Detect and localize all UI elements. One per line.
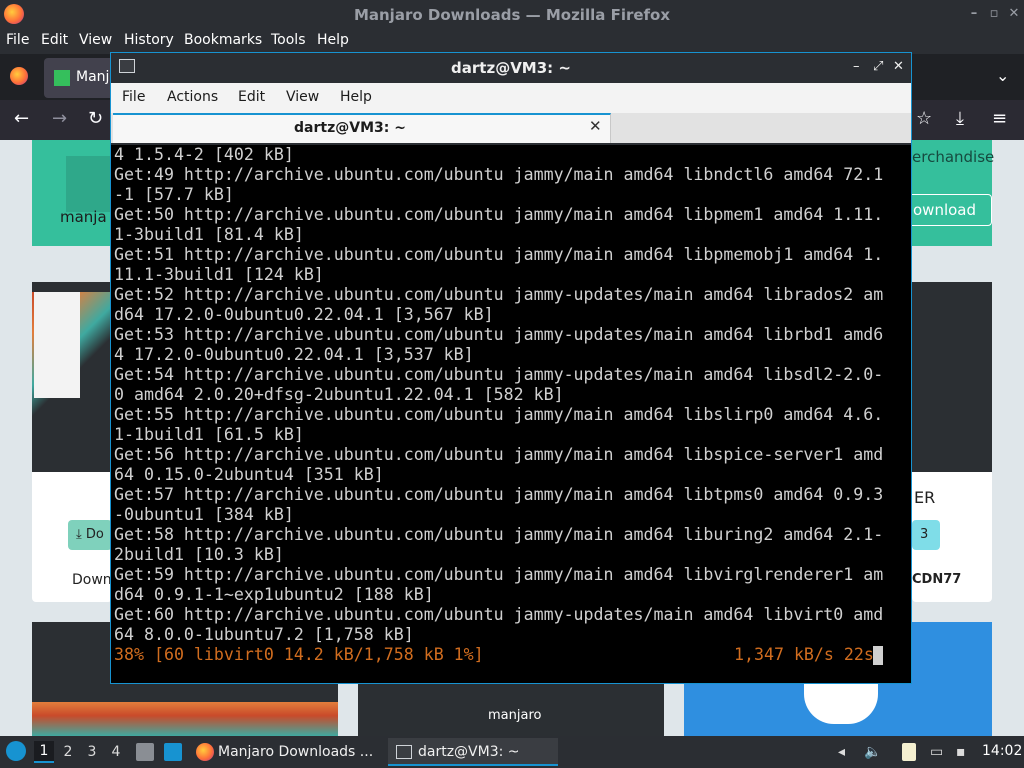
- download-card-1: ⤓ Do Down: [32, 282, 112, 602]
- notifications-icon[interactable]: ▪: [956, 744, 966, 760]
- tray-expand-icon[interactable]: ◂: [838, 744, 845, 760]
- card3-download-button[interactable]: 3: [912, 520, 940, 550]
- file-manager-icon[interactable]: [136, 743, 154, 761]
- terminal-window-title: dartz@VM3: ~: [451, 59, 571, 77]
- manjaro-favicon-icon: [54, 70, 70, 86]
- manjaro-logo-text: manja: [60, 208, 107, 226]
- terminal-output-text: 4 1.5.4-2 [402 kB] Get:49 http://archive…: [114, 145, 884, 644]
- taskbar-task-firefox[interactable]: Manjaro Downloads ...: [192, 738, 382, 766]
- screenshot-app-panel: [34, 292, 80, 398]
- clipboard-icon[interactable]: [902, 743, 916, 761]
- card5-logo-text: manjaro: [488, 708, 542, 723]
- ff-menu-tools[interactable]: Tools: [271, 32, 306, 48]
- card5-screenshot: manjaro: [358, 682, 664, 736]
- terminal-tab[interactable]: dartz@VM3: ~ ✕: [113, 113, 611, 143]
- taskbar-task-terminal-label: dartz@VM3: ~: [418, 744, 520, 760]
- firefox-logo-icon: [4, 4, 24, 24]
- firefox-menubar: File Edit View History Bookmarks Tools H…: [0, 30, 1024, 54]
- card3-caption: CDN77: [912, 572, 962, 587]
- ff-menu-bookmarks[interactable]: Bookmarks: [184, 32, 262, 48]
- card1-download-label: Do: [85, 527, 104, 542]
- close-tab-icon[interactable]: ✕: [589, 117, 602, 135]
- minimize-icon[interactable]: –: [853, 59, 860, 74]
- firefox-window-title: Manjaro Downloads — Mozilla Firefox: [353, 6, 671, 24]
- taskbar-task-terminal[interactable]: dartz@VM3: ~: [388, 738, 558, 766]
- card4-wallpaper: [32, 702, 338, 736]
- download-rate: 1,347 kB/s 22s: [734, 645, 874, 664]
- workspace-1[interactable]: 1: [34, 741, 54, 763]
- volume-icon[interactable]: 🔈: [864, 744, 881, 760]
- terminal-cursor: [873, 646, 883, 665]
- term-menu-actions[interactable]: Actions: [167, 89, 218, 105]
- workspace-2[interactable]: 2: [58, 744, 78, 760]
- workspace-3[interactable]: 3: [82, 744, 102, 760]
- terminal-menubar: File Actions Edit View Help: [111, 83, 911, 113]
- firefox-icon: [196, 743, 214, 761]
- terminal-tabbar: dartz@VM3: ~ ✕: [111, 113, 911, 143]
- card1-caption: Down: [72, 572, 112, 588]
- maximize-icon[interactable]: ⤢: [873, 59, 883, 74]
- close-icon[interactable]: ✕: [893, 59, 904, 74]
- show-desktop-icon[interactable]: [164, 743, 182, 761]
- close-icon[interactable]: ✕: [1006, 6, 1022, 22]
- ff-menu-view[interactable]: View: [79, 32, 112, 48]
- terminal-icon: [396, 745, 412, 759]
- card3-title: ER: [914, 488, 936, 507]
- ff-menu-file[interactable]: File: [6, 32, 29, 48]
- application-menu-icon[interactable]: [6, 741, 26, 761]
- download-card-3: ER 3 CDN77: [912, 282, 992, 602]
- download-button[interactable]: ownload: [908, 194, 992, 226]
- clock: 14:02: [982, 743, 1023, 759]
- term-menu-help[interactable]: Help: [340, 89, 372, 105]
- ff-menu-help[interactable]: Help: [317, 32, 349, 48]
- card3-screenshot: [912, 282, 992, 472]
- term-menu-file[interactable]: File: [122, 89, 145, 105]
- card1-download-button[interactable]: ⤓ Do: [68, 520, 112, 550]
- forward-icon[interactable]: →: [52, 108, 67, 129]
- maximize-icon[interactable]: ▫: [986, 6, 1002, 22]
- terminal-output[interactable]: 4 1.5.4-2 [402 kB] Get:49 http://archive…: [111, 145, 911, 683]
- term-menu-view[interactable]: View: [286, 89, 319, 105]
- bookmark-star-icon[interactable]: ☆: [916, 108, 932, 129]
- downloads-icon[interactable]: ⤓: [956, 108, 964, 129]
- card1-screenshot: [32, 282, 112, 472]
- manjaro-logo-icon[interactable]: [66, 156, 110, 212]
- list-all-tabs-icon[interactable]: ⌄: [996, 66, 1009, 85]
- reload-icon[interactable]: ↻: [88, 108, 103, 129]
- ff-menu-history[interactable]: History: [124, 32, 174, 48]
- docker-whale-icon: [804, 682, 878, 724]
- terminal-titlebar: dartz@VM3: ~ – ⤢ ✕: [111, 53, 911, 83]
- workspace-4[interactable]: 4: [106, 744, 126, 760]
- network-icon[interactable]: ▭: [930, 744, 943, 760]
- term-menu-edit[interactable]: Edit: [238, 89, 265, 105]
- download-icon: ⤓: [76, 527, 86, 542]
- merchandise-link[interactable]: erchandise: [912, 148, 994, 166]
- progress-status: 38% [60 libvirt0 14.2 kB/1,758 kB 1%]: [114, 645, 484, 664]
- ff-menu-edit[interactable]: Edit: [41, 32, 68, 48]
- taskbar-task-firefox-label: Manjaro Downloads ...: [218, 744, 374, 760]
- minimize-icon[interactable]: –: [966, 6, 982, 22]
- terminal-window: dartz@VM3: ~ – ⤢ ✕ File Actions Edit Vie…: [110, 52, 912, 684]
- terminal-tab-label: dartz@VM3: ~: [294, 120, 406, 136]
- firefox-view-icon[interactable]: [10, 67, 28, 85]
- back-icon[interactable]: ←: [14, 108, 29, 129]
- firefox-titlebar: Manjaro Downloads — Mozilla Firefox – ▫ …: [0, 0, 1024, 30]
- taskbar: 1 2 3 4 Manjaro Downloads ... dartz@VM3:…: [0, 736, 1024, 768]
- hamburger-menu-icon[interactable]: ≡: [992, 108, 1007, 129]
